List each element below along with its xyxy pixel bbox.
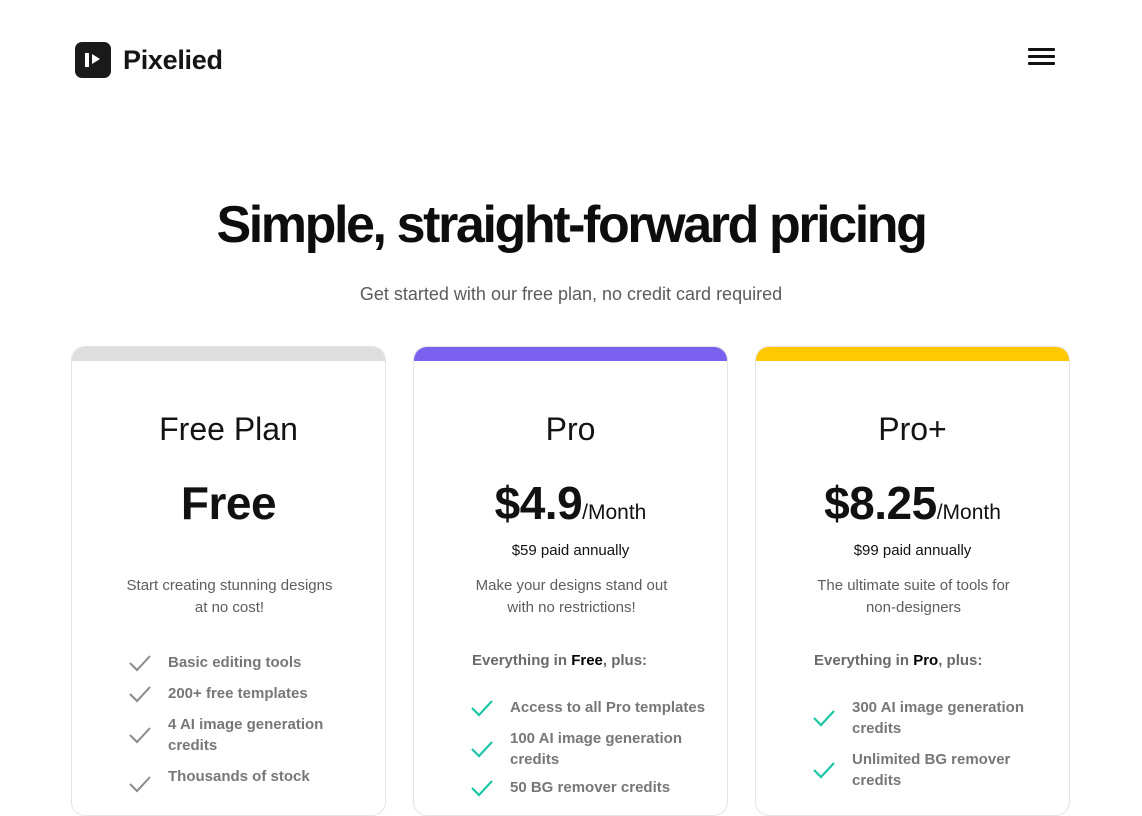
check-icon [471,699,493,717]
plan-name: Pro [545,411,596,447]
feature-text: 200+ free templates [168,685,308,702]
feature-text: Thousands of stock [168,768,310,785]
feature-text: credits [168,737,218,754]
feature-item: 4 AI image generation credits [128,714,323,756]
card-accent-bar [756,347,1069,361]
check-icon [129,727,151,744]
plan-price: Free [72,475,385,543]
pixelied-logo-icon [75,42,111,78]
includes-note: Everything in Free, plus: [472,652,647,669]
feature-text: 50 BG remover credits [510,779,671,796]
feature-item: 100 AI image generation credits [470,728,682,770]
feature-item: Access to all Pro templates [470,697,705,718]
check-icon [471,741,493,758]
feature-item: 300 AI image generation credits [812,697,1024,739]
page-title: Simple, straight-forward pricing [216,196,927,254]
feature-text: credits [852,720,902,737]
price-unit: /Month [936,501,1001,524]
includes-prefix: Everything in [814,652,914,669]
pricing-card-free: Free Plan Free Start creating stunning d… [71,346,386,816]
description-line: with no restrictions! [507,599,636,616]
brand-name: Pixelied [123,44,223,75]
feature-item: 50 BG remover credits [470,777,670,798]
plan-price: $4.9/Month [414,475,727,543]
check-icon [129,654,151,671]
billing-note: $59 paid annually [511,542,630,559]
card-accent-bar [72,347,385,361]
check-icon [813,710,835,727]
feature-item: Basic editing tools [128,652,301,673]
includes-note: Everything in Pro, plus: [814,652,982,669]
page-subtitle: Get started with our free plan, no credi… [359,284,783,304]
plan-description: The ultimate suite of tools for non-desi… [806,575,1021,619]
check-icon [129,776,151,793]
feature-text: 4 AI image generation [168,716,324,733]
includes-suffix: , plus: [938,652,983,669]
description-line: Make your designs stand out [475,577,668,594]
feature-text: 100 AI image generation [510,730,683,747]
price-amount: Free [180,477,277,529]
includes-suffix: , plus: [602,652,648,669]
feature-item: Unlimited BG remover credits [812,749,1010,791]
feature-text: credits [510,751,560,768]
card-accent-bar [414,347,727,361]
check-icon [471,779,493,797]
plan-description: Make your designs stand out with no rest… [464,575,679,619]
feature-text: 300 AI image generation [852,699,1025,716]
brand-logo[interactable]: Pixelied [75,42,223,78]
feature-text: Access to all Pro templates [510,699,706,716]
includes-prefix: Everything in [472,652,572,669]
site-header: Pixelied [0,0,1142,120]
feature-item: 200+ free templates [128,683,308,704]
feature-text: Unlimited BG remover [852,751,1011,768]
pricing-card-pro-plus: Pro+ $8.25/Month $99 paid annually The u… [755,346,1070,816]
pricing-card-pro: Pro $4.9/Month $59 paid annually Make yo… [413,346,728,816]
description-line: The ultimate suite of tools for [817,577,1010,594]
includes-plan: Free [571,652,603,669]
includes-plan: Pro [913,652,939,669]
plan-description: Start creating stunning designs at no co… [122,575,337,619]
price-amount: $4.9 [494,477,583,529]
description-line: Start creating stunning designs [126,577,333,594]
billing-note: $99 paid annually [853,542,972,559]
price-amount: $8.25 [824,477,937,529]
hamburger-menu-icon[interactable] [1028,46,1056,68]
plan-name: Free Plan [159,411,298,447]
check-icon [129,685,151,702]
feature-text: credits [852,772,902,789]
plan-price: $8.25/Month [756,475,1069,543]
feature-item: Thousands of stock [128,766,310,794]
description-line: non-designers [865,599,962,616]
plan-name: Pro+ [878,411,947,447]
description-line: at no cost! [194,599,265,616]
check-icon [813,762,835,779]
price-unit: /Month [582,501,647,524]
feature-text: Basic editing tools [168,654,302,671]
